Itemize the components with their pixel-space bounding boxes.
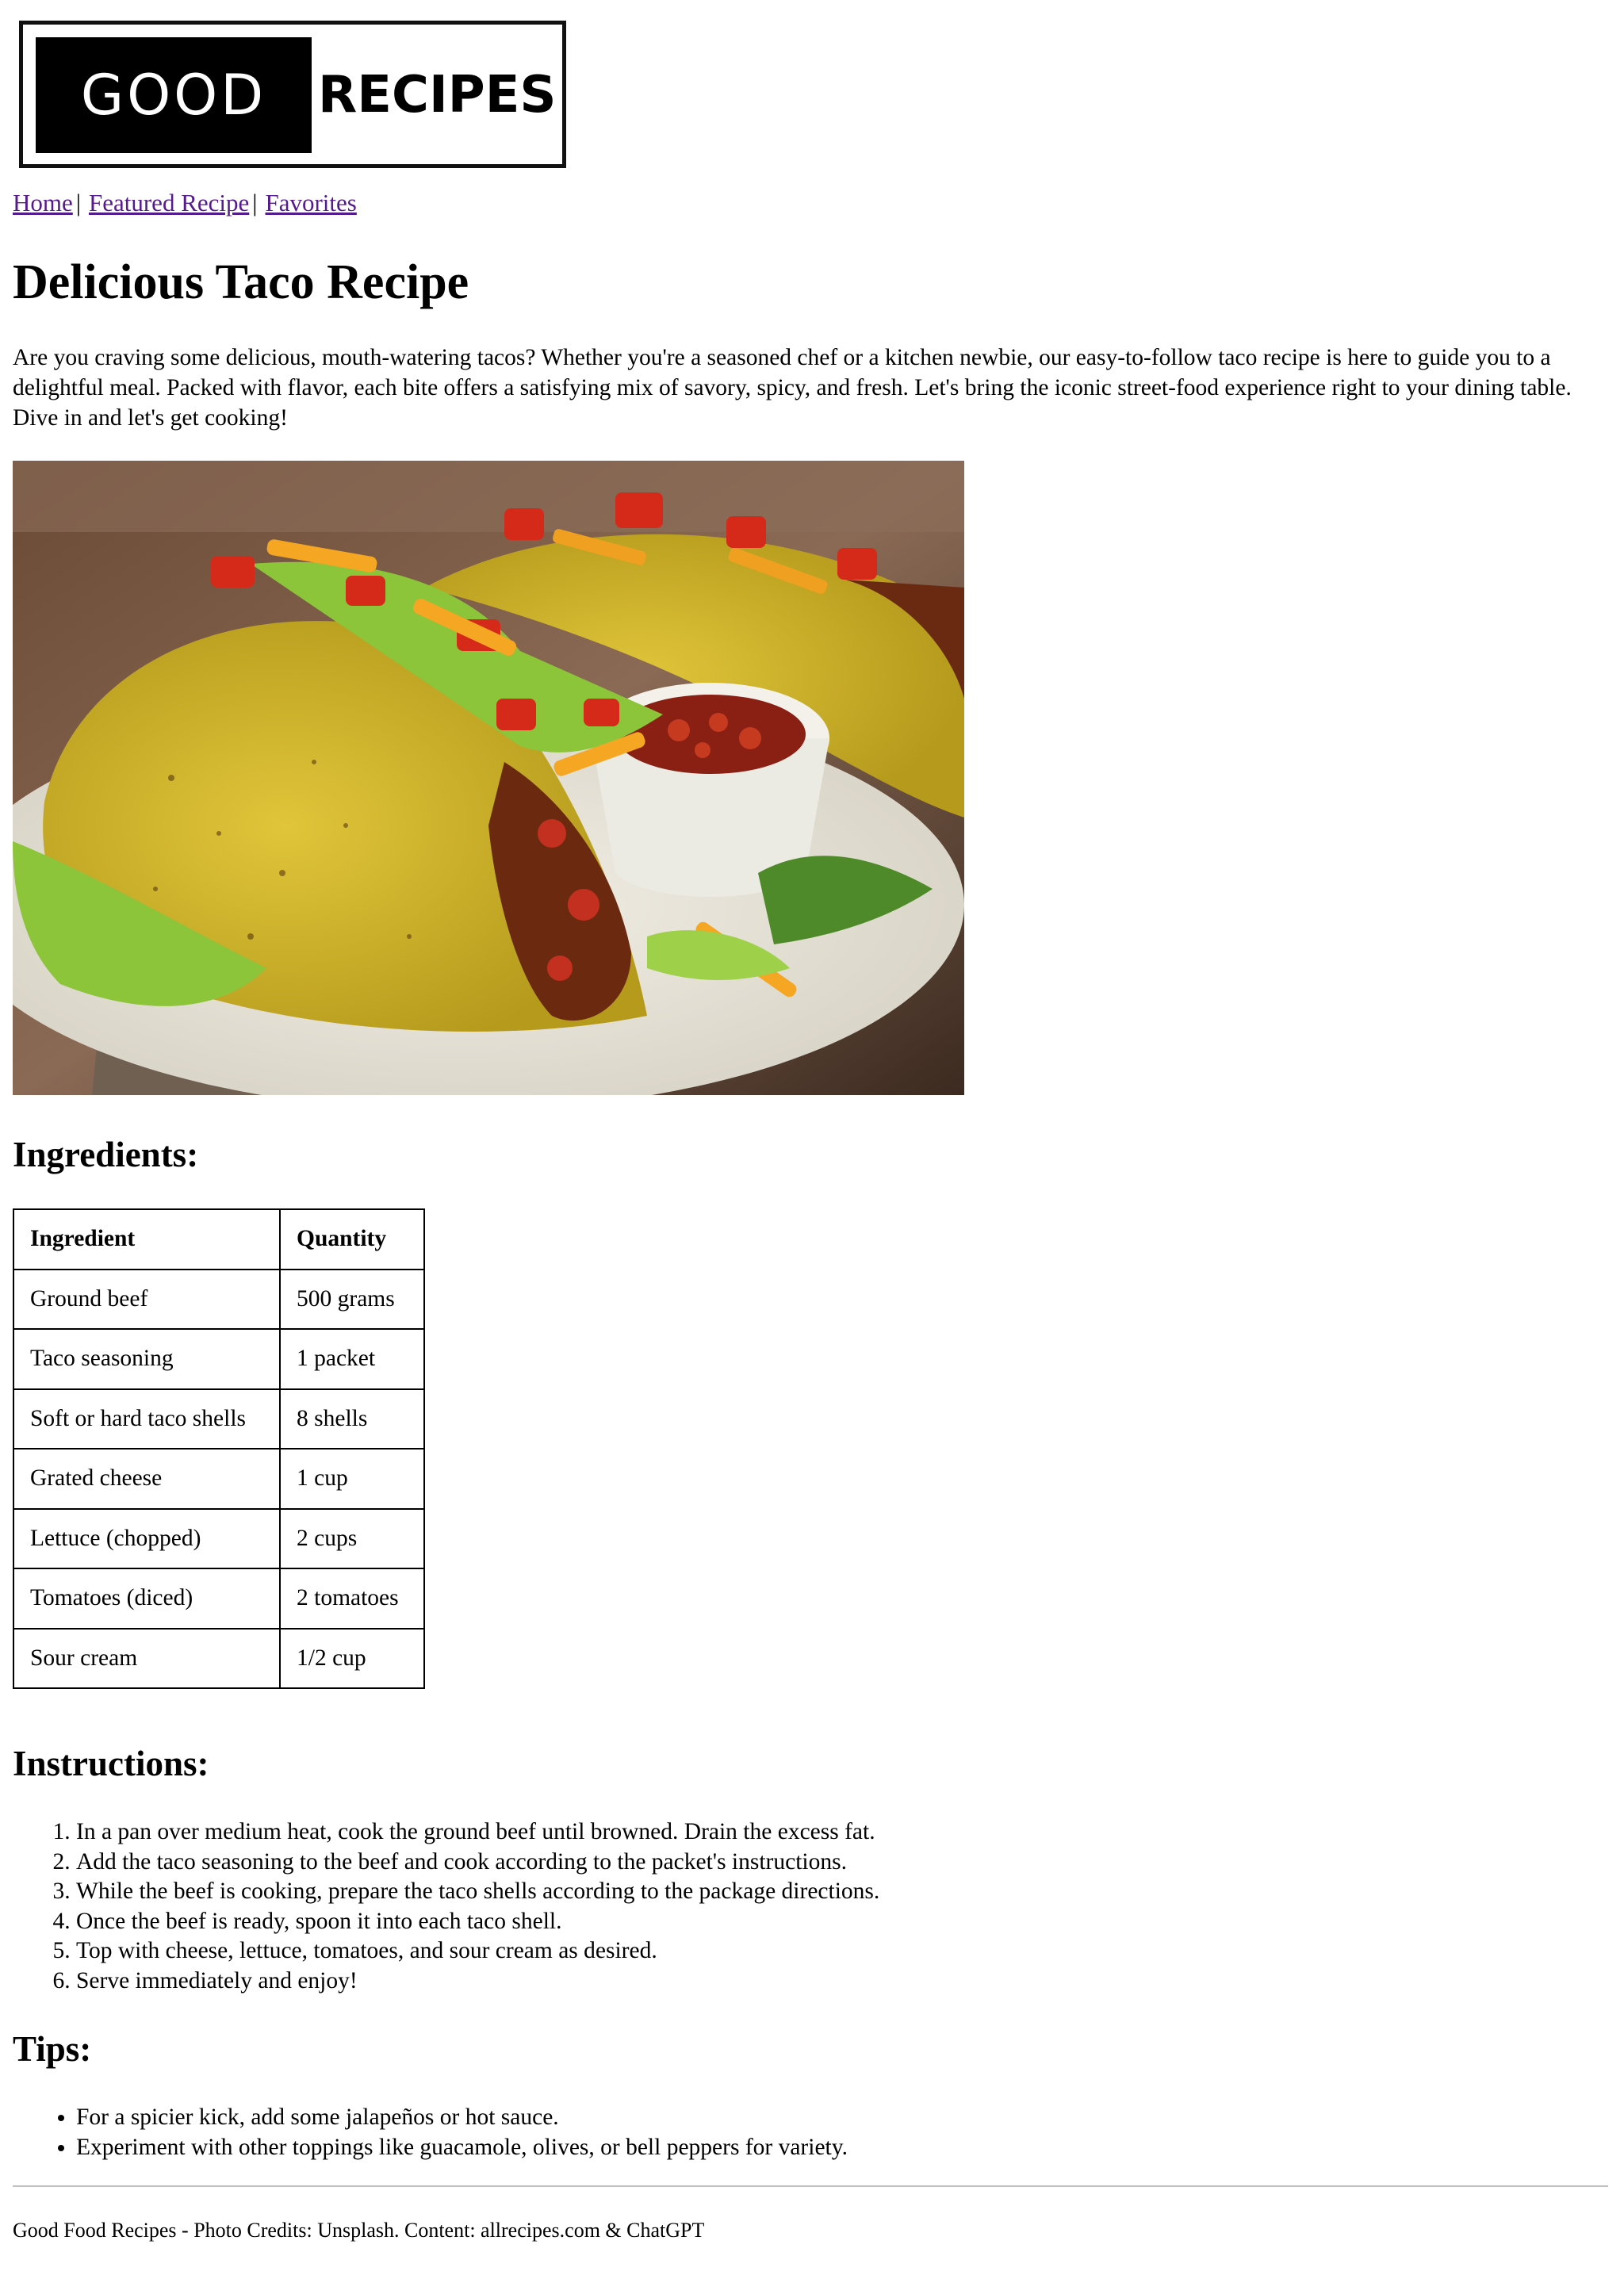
- footer-divider: [13, 2185, 1608, 2187]
- nav-link-favorites[interactable]: Favorites: [265, 189, 356, 216]
- tip-item: Experiment with other toppings like guac…: [76, 2133, 848, 2163]
- quantity-cell: 1/2 cup: [279, 1627, 425, 1689]
- main-nav: Home | Featured Recipe | Favorites: [13, 187, 357, 219]
- ingredient-cell: Sour cream: [13, 1627, 281, 1689]
- quantity-cell: 1 packet: [279, 1328, 425, 1390]
- taco-photo-illustration: [13, 461, 964, 1095]
- ingredients-heading: Ingredients:: [13, 1135, 199, 1174]
- logo-recipes-text: RECIPES: [318, 66, 557, 124]
- quantity-cell: 1 cup: [279, 1448, 425, 1510]
- ingredient-cell: Ground beef: [13, 1268, 281, 1330]
- table-row: Sour cream 1/2 cup: [13, 1627, 425, 1689]
- nav-separator: |: [75, 189, 81, 216]
- quantity-cell: 2 cups: [279, 1507, 425, 1569]
- table-row: Taco seasoning 1 packet: [13, 1328, 425, 1390]
- table-row: Lettuce (chopped) 2 cups: [13, 1507, 425, 1569]
- ingredient-cell: Grated cheese: [13, 1448, 281, 1510]
- page-title: Delicious Taco Recipe: [13, 255, 469, 309]
- instructions-list: In a pan over medium heat, cook the grou…: [13, 1817, 879, 1996]
- tips-heading: Tips:: [13, 2029, 92, 2069]
- tip-item: For a spicier kick, add some jalapeños o…: [76, 2103, 848, 2133]
- quantity-cell: 500 grams: [279, 1268, 425, 1330]
- quantity-cell: 8 shells: [279, 1388, 425, 1450]
- ingredient-cell: Soft or hard taco shells: [13, 1388, 281, 1450]
- nav-link-home[interactable]: Home: [13, 189, 73, 216]
- taco-photo: [13, 461, 964, 1095]
- instruction-step: While the beef is cooking, prepare the t…: [76, 1877, 879, 1907]
- ingredients-table: Ingredient Quantity Ground beef 500 gram…: [13, 1208, 425, 1689]
- table-row: Tomatoes (diced) 2 tomatoes: [13, 1568, 425, 1630]
- table-row: Ground beef 500 grams: [13, 1268, 425, 1330]
- instructions-heading: Instructions:: [13, 1744, 209, 1783]
- column-header-quantity: Quantity: [279, 1208, 425, 1270]
- instruction-step: Add the taco seasoning to the beef and c…: [76, 1848, 879, 1878]
- table-row: Grated cheese 1 cup: [13, 1448, 425, 1510]
- intro-paragraph: Are you craving some delicious, mouth-wa…: [13, 345, 1572, 431]
- table-header-row: Ingredient Quantity: [13, 1208, 425, 1270]
- table-row: Soft or hard taco shells 8 shells: [13, 1388, 425, 1450]
- logo-good-text: GOOD: [36, 37, 312, 153]
- nav-separator: |: [252, 189, 258, 216]
- footer-text: Good Food Recipes - Photo Credits: Unspl…: [13, 2219, 705, 2242]
- column-header-ingredient: Ingredient: [13, 1208, 281, 1270]
- instruction-step: Top with cheese, lettuce, tomatoes, and …: [76, 1936, 879, 1967]
- quantity-cell: 2 tomatoes: [279, 1568, 425, 1630]
- instruction-step: Serve immediately and enjoy!: [76, 1967, 879, 1997]
- ingredient-cell: Lettuce (chopped): [13, 1507, 281, 1569]
- ingredient-cell: Tomatoes (diced): [13, 1568, 281, 1630]
- instruction-step: In a pan over medium heat, cook the grou…: [76, 1817, 879, 1848]
- nav-link-featured-recipe[interactable]: Featured Recipe: [89, 189, 249, 216]
- instruction-step: Once the beef is ready, spoon it into ea…: [76, 1907, 879, 1937]
- ingredient-cell: Taco seasoning: [13, 1328, 281, 1390]
- tips-list: For a spicier kick, add some jalapeños o…: [13, 2103, 848, 2162]
- site-logo[interactable]: GOOD RECIPES: [19, 21, 566, 168]
